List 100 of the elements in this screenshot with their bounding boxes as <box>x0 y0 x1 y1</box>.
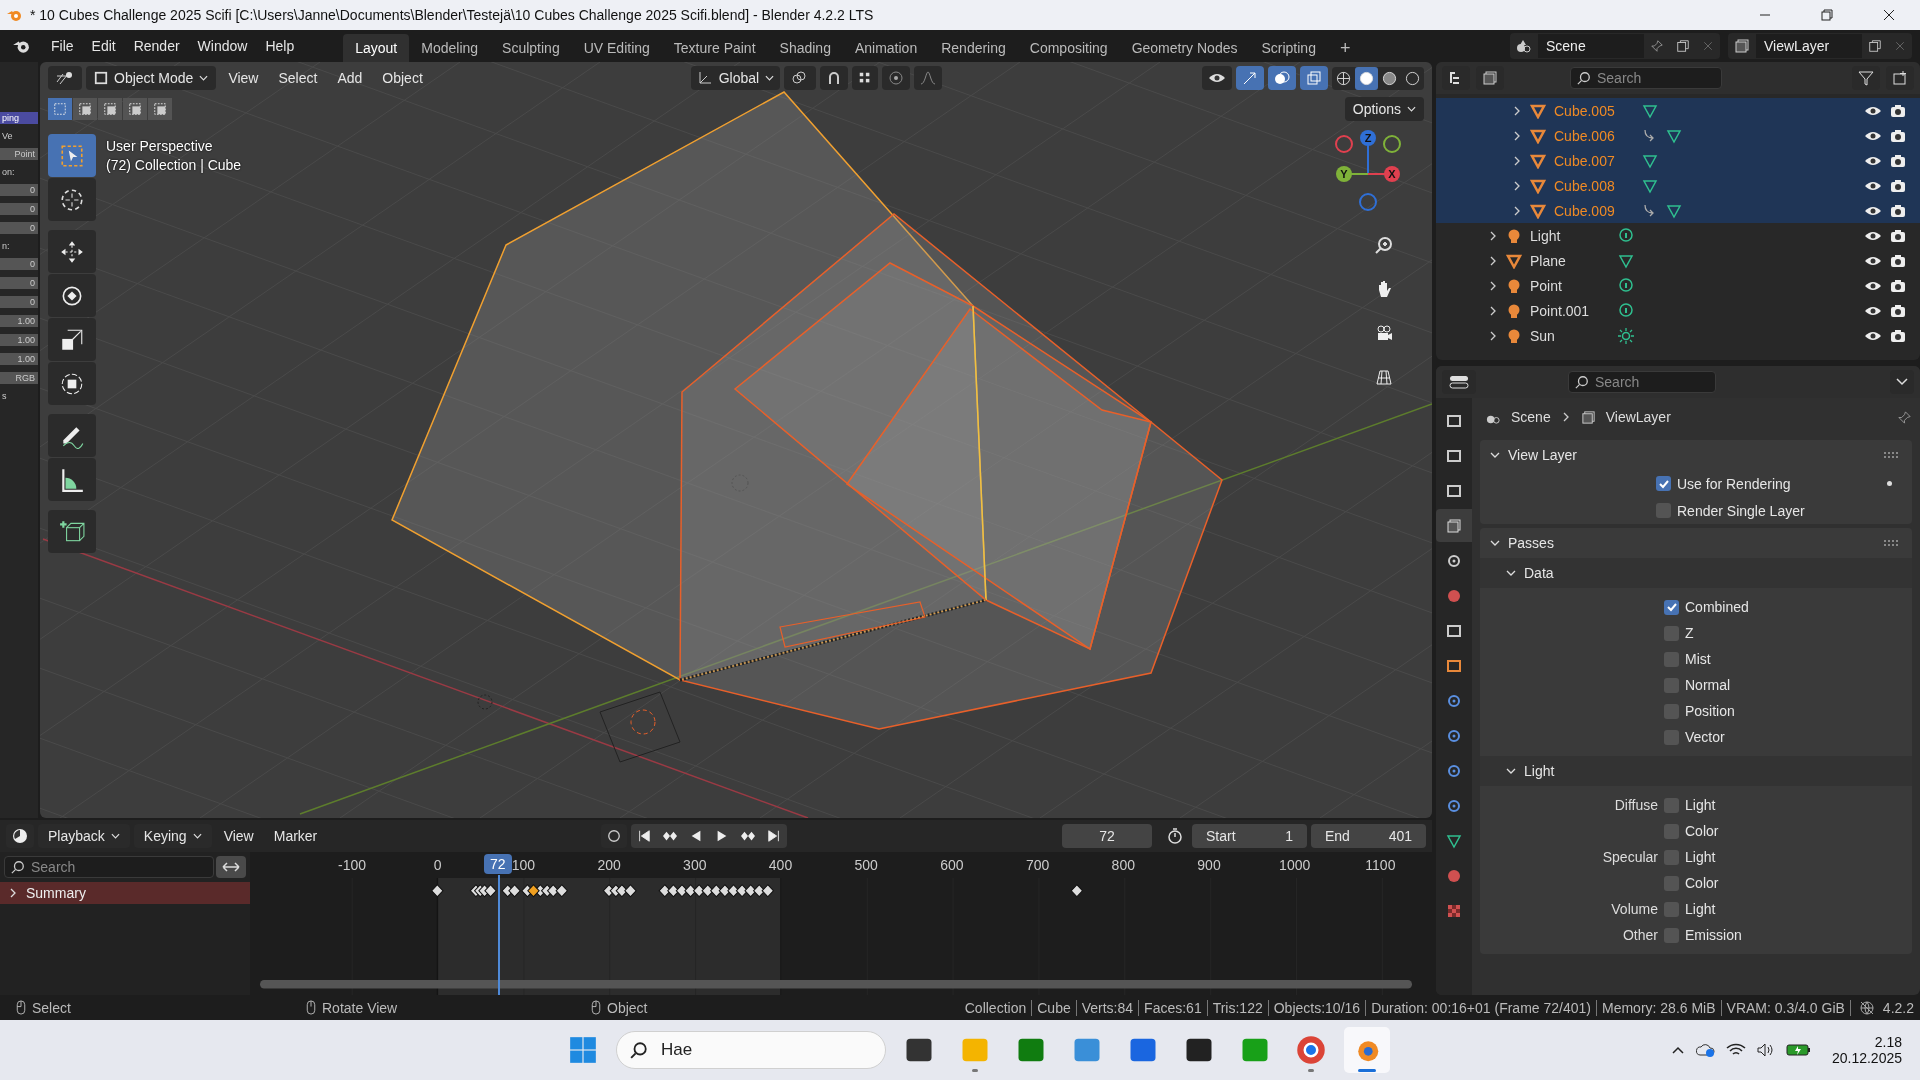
property-field[interactable]: RGB <box>0 372 38 384</box>
menu-item[interactable]: File <box>42 38 83 54</box>
checkbox[interactable] <box>1664 729 1679 745</box>
jump-end-icon[interactable] <box>766 829 781 843</box>
menu-item[interactable]: Render <box>124 38 189 54</box>
outliner-item[interactable]: Sun <box>1436 323 1920 348</box>
current-frame-badge[interactable]: 72 <box>483 854 512 874</box>
menu-dropdown[interactable]: Playback <box>38 824 130 848</box>
tool-button[interactable] <box>48 274 96 317</box>
outliner-item[interactable]: Cube.005 <box>1436 98 1920 123</box>
workspace-tab[interactable]: Layout <box>343 34 410 62</box>
drag-handle-icon[interactable] <box>1884 452 1898 458</box>
workspace-tab[interactable]: Compositing <box>1017 34 1120 62</box>
subpanel-title[interactable]: Data <box>1524 565 1554 581</box>
clock-date[interactable]: 20.12.2025 <box>1831 1050 1902 1066</box>
editor-type-button[interactable] <box>6 824 34 848</box>
panel-title[interactable]: View Layer <box>1508 447 1577 463</box>
tool-button[interactable] <box>48 362 96 405</box>
duplicate-icon[interactable] <box>1868 39 1882 53</box>
chevron-icon[interactable] <box>1490 538 1500 548</box>
workspace-tab[interactable]: Modeling <box>409 34 491 62</box>
chevron-icon[interactable] <box>1512 155 1522 166</box>
chevron-icon[interactable] <box>1512 180 1522 191</box>
chevron-icon[interactable] <box>1512 205 1522 216</box>
checkbox[interactable] <box>1664 599 1679 615</box>
tool-button[interactable] <box>48 510 96 553</box>
checkbox[interactable] <box>1664 703 1679 719</box>
axis-gizmo[interactable]: Z Y X <box>1334 124 1404 216</box>
property-field[interactable]: 0 <box>0 203 38 215</box>
gizmo-toggle[interactable] <box>1236 66 1264 90</box>
grid-icon[interactable] <box>1374 367 1394 387</box>
menu-item[interactable]: Add <box>329 70 371 86</box>
checkbox[interactable] <box>1664 875 1679 891</box>
subpanel-title[interactable]: Light <box>1524 763 1555 779</box>
select-mode-button[interactable] <box>73 98 97 120</box>
menu-item[interactable]: View <box>220 70 267 86</box>
falloff-icon[interactable] <box>920 70 937 86</box>
pin-icon[interactable] <box>1650 39 1664 53</box>
options-button[interactable] <box>1890 370 1914 394</box>
duplicate-icon[interactable] <box>1676 39 1690 53</box>
search-field[interactable]: Search <box>1568 371 1716 393</box>
property-field[interactable]: 0 <box>0 184 38 196</box>
checkbox[interactable] <box>1664 901 1679 917</box>
checkbox[interactable] <box>1664 927 1679 943</box>
workspace-tab[interactable]: Animation <box>842 34 930 62</box>
zoom-icon[interactable] <box>1374 235 1394 255</box>
chevron-icon[interactable] <box>1512 130 1522 141</box>
stopwatch-icon[interactable] <box>1167 828 1183 844</box>
select-mode-button[interactable] <box>98 98 122 120</box>
search-field[interactable]: Search <box>1570 67 1722 89</box>
swap-button[interactable] <box>216 856 246 878</box>
auto-key-button[interactable] <box>600 824 627 848</box>
view-layer-field[interactable]: ViewLayer <box>1756 34 1862 58</box>
panel-title[interactable]: Passes <box>1508 535 1554 551</box>
chevron-icon[interactable] <box>8 888 18 898</box>
filter-button[interactable] <box>1852 66 1880 90</box>
keyframe-dot-icon[interactable] <box>1887 481 1892 486</box>
workspace-tab[interactable]: Shading <box>767 34 843 62</box>
prev-keyframe-icon[interactable] <box>661 829 678 843</box>
orientation-dropdown[interactable]: Global <box>690 66 781 90</box>
chevron-icon[interactable] <box>1488 280 1498 291</box>
menu-item[interactable]: Help <box>256 38 304 54</box>
checkbox[interactable] <box>1656 503 1671 518</box>
chevron-icon[interactable] <box>1490 450 1500 460</box>
filter-mode-button[interactable] <box>1476 66 1504 90</box>
workspace-tab[interactable]: Geometry Nodes <box>1119 34 1250 62</box>
mode-dropdown[interactable]: Object Mode <box>86 66 217 90</box>
property-field[interactable]: 0 <box>0 277 38 289</box>
outliner-item[interactable]: Point.001 <box>1436 298 1920 323</box>
scene-field[interactable]: Scene <box>1538 34 1644 58</box>
restore-icon[interactable] <box>1821 9 1833 21</box>
select-mode-button[interactable] <box>48 98 72 120</box>
property-field[interactable]: 0 <box>0 258 38 270</box>
channel-label[interactable]: Summary <box>26 885 86 901</box>
chevron-icon[interactable] <box>1488 255 1498 266</box>
outliner-item[interactable]: Light <box>1436 223 1920 248</box>
checkbox[interactable] <box>1664 625 1679 641</box>
property-field[interactable]: 1.00 <box>0 315 38 327</box>
tool-button[interactable] <box>48 458 96 501</box>
chevron-icon[interactable] <box>1488 230 1498 241</box>
tool-button[interactable] <box>48 230 96 273</box>
pin-icon[interactable] <box>1897 409 1912 425</box>
jump-start-icon[interactable] <box>636 829 651 843</box>
editor-type-button[interactable] <box>1442 370 1476 394</box>
property-field[interactable]: 1.00 <box>0 334 38 346</box>
menu-item[interactable]: Marker <box>265 828 326 844</box>
checkbox[interactable] <box>1656 476 1671 491</box>
outliner-item[interactable]: Cube.006 <box>1436 123 1920 148</box>
select-mode-button[interactable] <box>123 98 147 120</box>
property-field[interactable]: 1.00 <box>0 353 38 365</box>
outliner-item[interactable]: Point <box>1436 273 1920 298</box>
shading-mode-button[interactable] <box>1355 66 1378 90</box>
tool-button[interactable] <box>48 414 96 457</box>
property-field[interactable]: 0 <box>0 296 38 308</box>
display-mode-button[interactable] <box>1442 66 1470 90</box>
outliner-item[interactable]: Plane <box>1436 248 1920 273</box>
battery-icon[interactable] <box>1785 1042 1812 1058</box>
menu-item[interactable]: Object <box>374 70 431 86</box>
windows-logo-icon[interactable] <box>569 1036 597 1064</box>
outliner-item[interactable]: Cube.007 <box>1436 148 1920 173</box>
